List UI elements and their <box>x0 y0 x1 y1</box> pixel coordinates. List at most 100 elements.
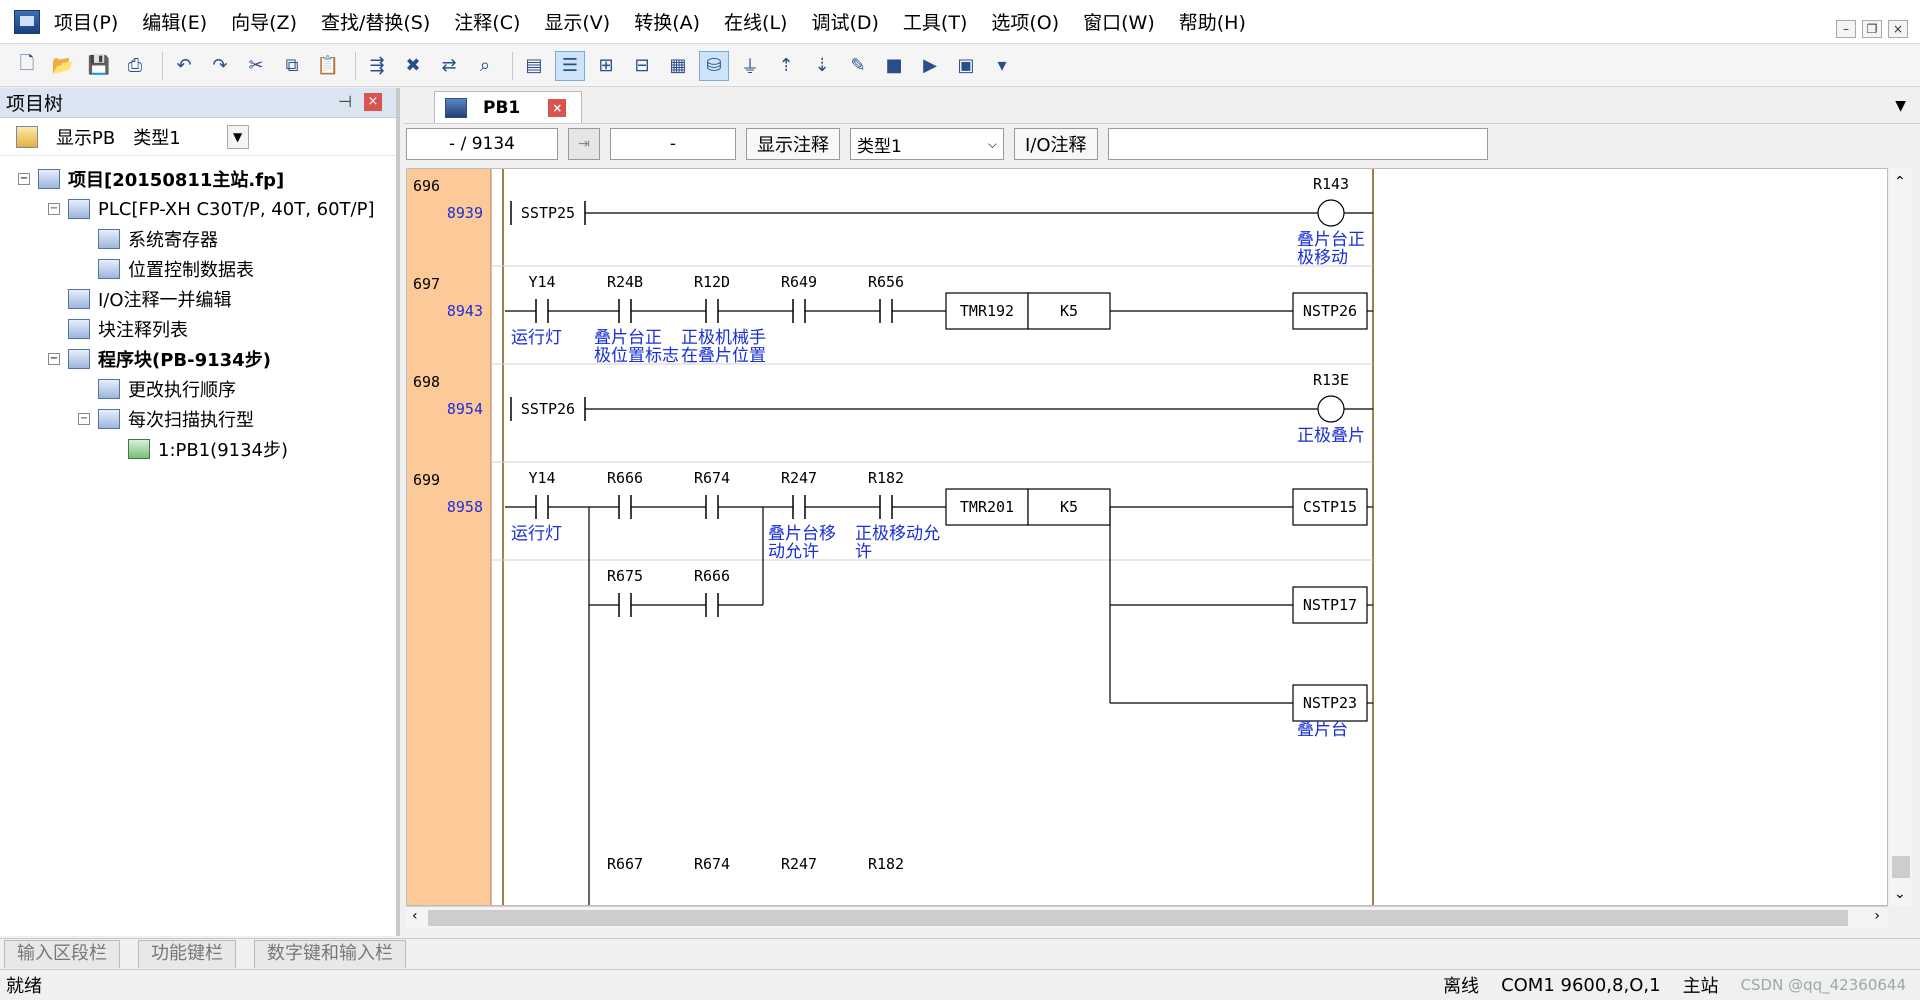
ladder-diagram[interactable]: 696 8939 SSTP25 R143 叠片台正 极移动 697 8943 Y14 运行灯 R24… <box>406 168 1888 906</box>
output-comment: 叠片台 <box>1297 720 1348 740</box>
pin-icon[interactable]: ⊣ <box>338 92 352 111</box>
connect-icon[interactable]: ⏚ <box>735 51 765 81</box>
new-icon[interactable]: 🗋 <box>12 51 42 81</box>
tree-item[interactable]: 块注释列表 <box>0 314 396 344</box>
menu-item-4[interactable]: 注释(C) <box>454 8 520 35</box>
collapse-icon[interactable]: − <box>48 353 60 365</box>
show-comment-button[interactable]: 显示注释 <box>746 128 840 160</box>
scroll-right-icon[interactable]: › <box>1874 908 1880 924</box>
show-pb-button[interactable]: 显示PB <box>48 124 123 150</box>
scroll-left-icon[interactable]: ‹ <box>412 908 418 924</box>
menu-item-3[interactable]: 查找/替换(S) <box>321 8 430 35</box>
monitor-ladder-icon[interactable]: ⊞ <box>591 51 621 81</box>
ladder-canvas: 6968939 SSTP25R143叠片台正极移动6978943Y14运行灯R24… <box>407 169 1374 905</box>
delete-row-icon[interactable]: ✖ <box>398 51 428 81</box>
menu-item-10[interactable]: 选项(O) <box>991 8 1059 35</box>
tree-node-icon <box>68 289 90 309</box>
menu-item-9[interactable]: 工具(T) <box>903 8 967 35</box>
menu-item-8[interactable]: 调试(D) <box>811 8 878 35</box>
tree-item[interactable]: 更改执行顺序 <box>0 374 396 404</box>
monitor-data-icon[interactable]: ⊟ <box>627 51 657 81</box>
tab-close-button[interactable]: × <box>548 98 567 117</box>
program-block-icon <box>445 97 467 118</box>
stop-icon[interactable]: ■ <box>879 51 909 81</box>
download-icon[interactable]: ⇣ <box>807 51 837 81</box>
tree-item[interactable]: − 程序块(PB-9134步) <box>0 344 396 374</box>
paste-icon[interactable]: 📋 <box>313 51 343 81</box>
find-icon[interactable]: ⌕ <box>470 51 500 81</box>
tree-type-select[interactable]: 类型1 ▼ <box>133 124 249 150</box>
bottom-tab-1[interactable]: 功能键栏 <box>138 940 236 968</box>
menu-item-5[interactable]: 显示(V) <box>544 8 610 35</box>
tab-menu-arrow-icon[interactable]: ▼ <box>1895 98 1906 114</box>
register-monitor-icon[interactable]: ▣ <box>951 51 981 81</box>
app-icon <box>14 9 40 34</box>
copy-icon[interactable]: ⧉ <box>277 51 307 81</box>
insert-row-icon[interactable]: ⇶ <box>362 51 392 81</box>
rung-699-4-contact-comment: 正极移动允 <box>855 524 940 544</box>
bottom-tab-0[interactable]: 输入区段栏 <box>4 940 120 968</box>
tree-item-label: 项目[20150811主站.fp] <box>68 170 285 191</box>
replace-icon[interactable]: ⇄ <box>434 51 464 81</box>
goto-icon[interactable]: ⇥ <box>568 128 600 160</box>
horizontal-scrollbar[interactable]: ‹ › <box>406 906 1888 928</box>
scroll-down-icon[interactable]: ⌄ <box>1894 886 1906 902</box>
type-select[interactable]: 类型1 ⌵ <box>850 128 1004 160</box>
tree-item[interactable]: − 每次扫描执行型 <box>0 404 396 434</box>
tree-item[interactable]: 位置控制数据表 <box>0 254 396 284</box>
step-field[interactable]: - / 9134 <box>406 128 558 160</box>
toolbar-separator <box>162 51 163 80</box>
cut-icon[interactable]: ✂ <box>241 51 271 81</box>
coil-label: R13E <box>1313 371 1349 389</box>
io-comment-button[interactable]: I/O注释 <box>1014 128 1098 160</box>
chevron-down-icon[interactable]: ▼ <box>226 124 249 149</box>
menu-item-7[interactable]: 在线(L) <box>724 8 787 35</box>
menu-item-6[interactable]: 转换(A) <box>634 8 700 35</box>
upload-icon[interactable]: ⇡ <box>771 51 801 81</box>
tool-more-icon[interactable]: ▾ <box>987 51 1017 81</box>
document-tabs: PB1 × ▼ <box>404 88 1920 124</box>
tree-item[interactable]: 系统寄存器 <box>0 224 396 254</box>
io-comment-input[interactable] <box>1107 128 1488 160</box>
open-icon[interactable]: 📂 <box>48 51 78 81</box>
tree-options-icon[interactable] <box>16 125 38 148</box>
tree-item[interactable]: − PLC[FP-XH C30T/P, 40T, 60T/P] <box>0 194 396 224</box>
tree-item[interactable]: I/O注释一并编辑 <box>0 284 396 314</box>
io-list-icon[interactable]: ▦ <box>663 51 693 81</box>
bottom-tab-2[interactable]: 数字键和输入栏 <box>254 940 406 968</box>
address-field[interactable]: - <box>610 128 736 160</box>
panel-title: 项目树 <box>6 93 64 115</box>
scroll-thumb[interactable] <box>1892 856 1910 878</box>
tree-node-icon <box>68 349 90 369</box>
run-icon[interactable]: ▶ <box>915 51 945 81</box>
restore-button[interactable]: ❐ <box>1862 20 1882 38</box>
rung-number: 696 <box>413 177 440 195</box>
menu-item-12[interactable]: 帮助(H) <box>1179 8 1246 35</box>
monitor-list-icon[interactable]: ☰ <box>555 50 585 81</box>
force-icon[interactable]: ✎ <box>843 51 873 81</box>
menu-item-1[interactable]: 编辑(E) <box>142 8 207 35</box>
vertical-scrollbar[interactable]: ⌃ ⌄ <box>1890 168 1912 906</box>
scroll-up-icon[interactable]: ⌃ <box>1894 174 1906 190</box>
menu-item-11[interactable]: 窗口(W) <box>1083 8 1155 35</box>
save-icon[interactable]: 💾 <box>84 51 114 81</box>
menu-item-0[interactable]: 项目(P) <box>54 8 118 35</box>
scroll-thumb-h[interactable] <box>428 910 1848 926</box>
rung-699-1-contact-label: R666 <box>607 469 643 487</box>
print-icon[interactable]: ⎙ <box>120 51 150 81</box>
tree-item[interactable]: 1:PB1(9134步) <box>0 434 396 464</box>
tab-pb1[interactable]: PB1 × <box>434 91 582 123</box>
close-button[interactable]: × <box>1888 20 1908 38</box>
online-mode-icon[interactable]: ⛁ <box>699 50 729 81</box>
collapse-icon[interactable]: − <box>18 173 30 185</box>
compile-icon[interactable]: ▤ <box>519 51 549 81</box>
menu-item-2[interactable]: 向导(Z) <box>231 8 297 35</box>
panel-close-button[interactable]: × <box>364 93 382 111</box>
collapse-icon[interactable]: − <box>48 203 60 215</box>
tree-item[interactable]: − 项目[20150811主站.fp] <box>0 164 396 194</box>
redo-icon[interactable]: ↷ <box>205 51 235 81</box>
watermark-text: CSDN @qq_42360644 <box>1740 976 1906 994</box>
minimize-button[interactable]: – <box>1836 20 1856 38</box>
collapse-icon[interactable]: − <box>78 413 90 425</box>
undo-icon[interactable]: ↶ <box>169 51 199 81</box>
